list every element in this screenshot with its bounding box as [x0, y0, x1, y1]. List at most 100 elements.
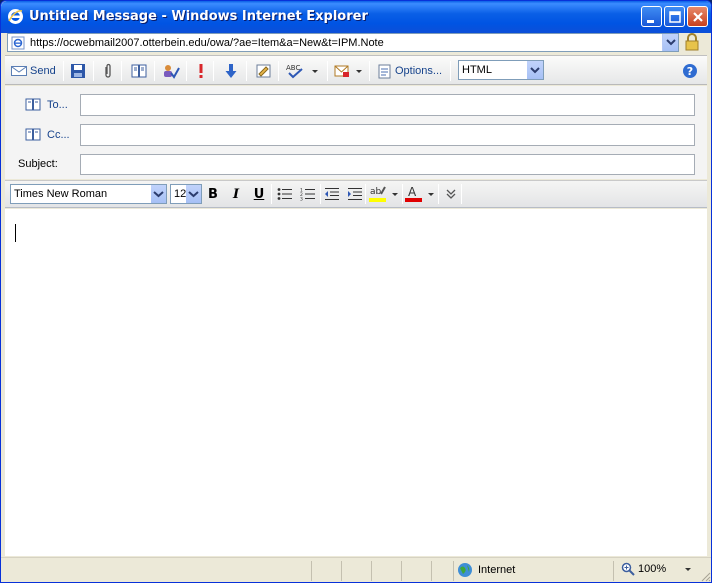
- svg-text:3: 3: [300, 197, 303, 202]
- toolbar-divider: [461, 184, 462, 204]
- cc-input[interactable]: [80, 124, 695, 146]
- check-names-icon: [164, 65, 180, 79]
- paperclip-icon: [105, 63, 111, 78]
- chevron-down-icon: [188, 191, 199, 198]
- address-field[interactable]: https://ocwebmail2007.otterbein.edu/owa/…: [7, 33, 679, 52]
- italic-button[interactable]: I: [226, 185, 246, 203]
- toolbar-divider: [450, 61, 451, 81]
- svg-text:?: ?: [687, 65, 693, 78]
- decrease-indent-button[interactable]: [322, 185, 342, 203]
- bullet-list-icon: [277, 188, 292, 200]
- signature-button[interactable]: [256, 62, 272, 80]
- font-size-dropdown[interactable]: [186, 185, 201, 203]
- font-family-dropdown[interactable]: [151, 185, 166, 203]
- chevron-down-icon: [153, 191, 164, 198]
- spelling-button[interactable]: ABC: [286, 62, 319, 80]
- numbered-list-icon: 123: [300, 188, 315, 202]
- zoom-level: 100%: [638, 563, 667, 575]
- font-color-icon: A: [405, 185, 434, 202]
- toolbar-divider: [271, 184, 272, 204]
- message-header: To... Cc... Subject:: [5, 86, 707, 179]
- ie-logo-icon: [8, 9, 23, 24]
- check-names-button[interactable]: [162, 62, 180, 80]
- window-title: Untitled Message - Windows Internet Expl…: [29, 9, 368, 24]
- address-dropdown[interactable]: [662, 34, 678, 51]
- toolbar-divider: [63, 61, 64, 81]
- toolbar-divider: [365, 184, 366, 204]
- toolbar-divider: [320, 184, 321, 204]
- status-cell: [311, 561, 341, 581]
- status-cell: [371, 561, 401, 581]
- send-label: Send: [30, 65, 56, 77]
- numbering-button[interactable]: 123: [298, 185, 318, 203]
- message-format-select[interactable]: HTML: [458, 60, 544, 80]
- to-label: To...: [47, 98, 68, 111]
- font-color-button[interactable]: A: [404, 185, 436, 203]
- chevron-down-icon: [685, 568, 692, 571]
- help-icon[interactable]: ?: [682, 63, 698, 79]
- spell-check-icon: ABC: [286, 64, 303, 79]
- chevron-down-icon: [312, 70, 318, 73]
- bullets-button[interactable]: [275, 185, 295, 203]
- address-book-button[interactable]: [131, 62, 147, 80]
- subject-row: Subject:: [5, 154, 707, 176]
- cc-button[interactable]: Cc...: [25, 128, 70, 141]
- svg-text:ABC: ABC: [286, 64, 300, 72]
- font-family-value: Times New Roman: [14, 188, 108, 200]
- to-row: To...: [5, 94, 707, 116]
- lock-icon[interactable]: [683, 33, 701, 52]
- title-bar[interactable]: Untitled Message - Windows Internet Expl…: [1, 1, 711, 33]
- subject-input[interactable]: [80, 154, 695, 175]
- indent-icon: [348, 188, 362, 200]
- toolbar-divider: [154, 61, 155, 81]
- page-icon: [11, 36, 25, 50]
- save-button[interactable]: [70, 62, 86, 80]
- underline-button[interactable]: U: [249, 185, 269, 203]
- chevron-down-icon: [666, 39, 676, 46]
- resize-grip-icon[interactable]: [699, 570, 711, 582]
- options-label: Options...: [395, 65, 443, 77]
- exclamation-icon: [199, 64, 203, 78]
- font-family-select[interactable]: Times New Roman: [10, 184, 167, 204]
- security-zone[interactable]: Internet: [457, 562, 515, 578]
- options-button[interactable]: Options...: [378, 62, 442, 80]
- close-button[interactable]: [687, 6, 708, 27]
- importance-high-button[interactable]: [197, 62, 205, 80]
- close-icon: [693, 12, 703, 22]
- message-format-value: HTML: [462, 64, 492, 76]
- to-input[interactable]: [80, 94, 695, 116]
- toolbar-divider: [93, 61, 94, 81]
- address-book-icon: [25, 128, 41, 141]
- more-formatting-button[interactable]: [441, 185, 461, 203]
- format-dropdown[interactable]: [527, 61, 543, 79]
- double-chevron-down-icon: [446, 189, 456, 199]
- increase-indent-button[interactable]: [345, 185, 365, 203]
- attach-button[interactable]: [102, 62, 114, 80]
- toolbar-divider: [438, 184, 439, 204]
- subject-label: Subject:: [18, 158, 58, 170]
- font-size-value: 12: [174, 188, 187, 200]
- maximize-button[interactable]: [664, 6, 685, 27]
- to-button[interactable]: To...: [25, 98, 68, 111]
- send-button[interactable]: Send: [11, 62, 56, 80]
- minimize-button[interactable]: [641, 6, 662, 27]
- status-cell: [341, 561, 371, 581]
- message-flag-button[interactable]: [334, 62, 363, 80]
- toolbar-divider: [402, 184, 403, 204]
- message-body-editor[interactable]: [5, 209, 707, 556]
- options-icon: [378, 64, 391, 79]
- font-size-select[interactable]: 12: [170, 184, 202, 204]
- address-book-icon: [131, 64, 147, 78]
- formatting-toolbar: Times New Roman 12 B I U 123 ab A: [5, 180, 707, 208]
- toolbar-divider: [121, 61, 122, 81]
- zoom-control[interactable]: 100%: [621, 562, 693, 576]
- toolbar-divider: [213, 61, 214, 81]
- importance-low-button[interactable]: [225, 62, 237, 80]
- message-toolbar: Send ABC Options... HTML ?: [5, 55, 707, 85]
- security-zone-label: Internet: [478, 564, 516, 576]
- highlight-button[interactable]: ab: [368, 185, 400, 203]
- bold-button[interactable]: B: [203, 185, 223, 203]
- font-color-glyph: A: [408, 185, 417, 199]
- text-caret: [15, 224, 16, 242]
- status-bar: Internet 100%: [1, 557, 711, 582]
